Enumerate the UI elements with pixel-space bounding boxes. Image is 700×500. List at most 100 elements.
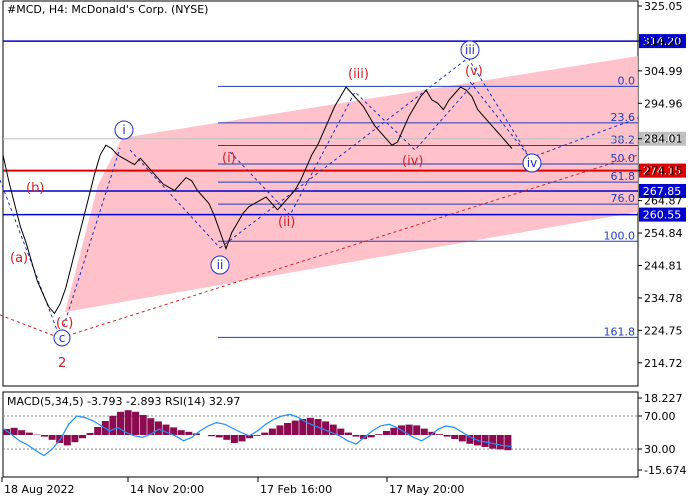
indicator-tick-label: 18.227 (644, 392, 683, 405)
wave-circle-ii: ii (210, 255, 230, 275)
time-tick-label: 17 May 20:00 (389, 483, 464, 496)
macd-bar (132, 411, 140, 435)
price-tick-label: 274.15 (644, 165, 683, 178)
macd-bar (436, 434, 443, 435)
macd-bar (276, 425, 284, 435)
fib-label: 61.8 (611, 170, 636, 183)
macd-bar (451, 435, 459, 439)
fib-label: 23.6 (611, 111, 636, 124)
chart-window: 0.0 23.6 38.2 50.0 61.8 76.0 100.0 161.8 314.20… (0, 0, 700, 500)
wave-label-c-red: (c) (56, 316, 73, 331)
indicator-header: MACD(5,34,5) -3.793 -2.893 RSI(14) 32.97 (7, 395, 240, 408)
macd-bar (124, 410, 132, 435)
time-tick-label: 18 Aug 2022 (4, 483, 74, 496)
price-tick-label: 244.81 (644, 259, 683, 272)
macd-bar (337, 428, 345, 435)
macd-bar (79, 435, 86, 439)
wave-circle-iv-label: iv (527, 156, 537, 170)
macd-bar (291, 420, 299, 435)
macd-bar (367, 435, 375, 438)
time-tick-label: 14 Nov 20:00 (130, 483, 204, 496)
price-tick-label: 304.99 (644, 65, 683, 78)
macd-bar (352, 435, 360, 437)
macd-bar (344, 432, 352, 435)
macd-bar (215, 435, 223, 438)
wave-label-iv-red: (iv) (402, 154, 423, 169)
price-tick-label: 234.78 (644, 292, 683, 305)
macd-bar (139, 415, 147, 435)
fib-label: 161.8 (604, 325, 636, 338)
indicator-tick-label: 30.00 (644, 443, 676, 456)
wave-label-v: (v) (465, 64, 483, 79)
fib-label: 50.0 (611, 152, 636, 165)
macd-bar (284, 423, 292, 435)
fib-label: 100.0 (604, 229, 636, 242)
macd-bar (208, 435, 216, 437)
macd-bar (443, 435, 451, 437)
price-tick-label: 314.20 (644, 35, 683, 48)
price-tick-label: 224.75 (644, 324, 683, 337)
wave-label-a: (a) (10, 251, 28, 266)
wave-label-iii-red: (iii) (348, 67, 369, 82)
macd-bar (94, 427, 102, 435)
macd-bar (86, 433, 94, 435)
indicator-tick-label: -15.674 (644, 464, 686, 477)
macd-bar (306, 417, 314, 435)
macd-bar (390, 427, 398, 435)
wave-circle-iv: iv (522, 153, 542, 173)
wave-label-b: (b) (26, 181, 44, 196)
macd-bar (109, 415, 117, 435)
macd-bar (48, 435, 56, 440)
macd-bar (230, 435, 238, 443)
macd-bar (261, 432, 269, 435)
time-tick-label: 17 Feb 16:00 (260, 483, 332, 496)
macd-bar (382, 431, 390, 435)
wave-label-2: 2 (58, 356, 66, 371)
macd-bar (504, 435, 512, 451)
wave-circle-iii: iii (460, 40, 480, 60)
macd-bar (223, 435, 231, 440)
time-axis: 18 Aug 2022 14 Nov 20:00 17 Feb 16:00 17 Ma… (1, 477, 464, 496)
wave-circle-c-label: c (59, 331, 66, 345)
macd-bar (413, 425, 421, 435)
macd-bar (489, 435, 497, 449)
indicator-axis: 18.227 70.00 30.00 -15.674 (638, 392, 686, 477)
fib-label: 76.0 (611, 192, 636, 205)
wave-guide-1 (0, 179, 61, 339)
macd-bar (253, 435, 261, 436)
price-tick-label: 214.72 (644, 357, 683, 370)
macd-bar (185, 431, 193, 435)
wave-label-i-red: (i) (222, 151, 236, 166)
wave-label-ii-red: (ii) (278, 215, 295, 230)
wave-circle-i-label: i (122, 123, 125, 137)
macd-bar (177, 430, 185, 435)
macd-bar (375, 434, 383, 435)
fib-label: 0.0 (618, 74, 636, 87)
chart-title: #MCD, H4: McDonald's Corp. (NYSE) (7, 3, 208, 16)
price-tick-label: 264.87 (644, 195, 683, 208)
wave-circle-i: i (114, 120, 134, 140)
chart-canvas: 0.0 23.6 38.2 50.0 61.8 76.0 100.0 161.8 314.20… (0, 0, 686, 496)
price-tick-label: 284.01 (644, 133, 683, 146)
wave-circle-iii-label: iii (465, 43, 475, 57)
macd-bar (238, 435, 246, 442)
macd-bar (496, 435, 504, 450)
macd-bar (25, 432, 33, 435)
macd-bar (420, 428, 428, 435)
macd-bar (71, 435, 79, 443)
macd-bar (322, 421, 330, 435)
macd-bar (268, 428, 276, 435)
fib-label: 38.2 (611, 134, 636, 147)
price-level-label: 260.55 (643, 209, 682, 222)
price-tick-label: 294.96 (644, 97, 683, 110)
macd-bar (458, 435, 466, 442)
macd-bar (41, 435, 48, 437)
indicator-tick-label: 70.00 (644, 410, 676, 423)
wave-circle-ii-label: ii (217, 258, 224, 272)
channel-band (65, 56, 638, 312)
macd-bar (63, 435, 71, 446)
macd-bar (154, 421, 162, 435)
macd-bar (18, 430, 26, 435)
wave-circle-c: c (53, 329, 71, 347)
price-tick-label: 254.84 (644, 227, 683, 240)
